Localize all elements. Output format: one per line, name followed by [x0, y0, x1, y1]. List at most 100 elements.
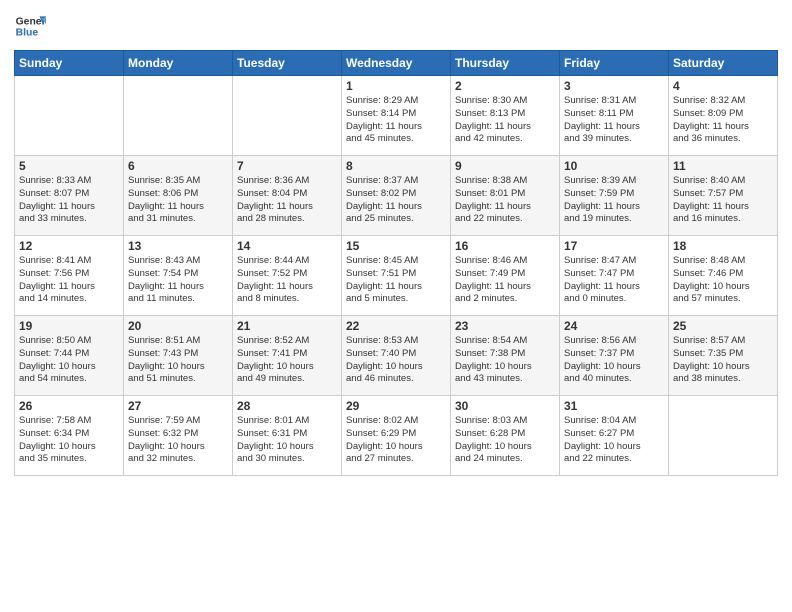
day-number: 2: [455, 79, 555, 93]
day-info: Sunrise: 8:52 AM Sunset: 7:41 PM Dayligh…: [237, 335, 337, 386]
day-info: Sunrise: 8:41 AM Sunset: 7:56 PM Dayligh…: [19, 255, 119, 306]
day-number: 11: [673, 159, 773, 173]
col-header-saturday: Saturday: [669, 51, 778, 76]
day-info: Sunrise: 8:32 AM Sunset: 8:09 PM Dayligh…: [673, 95, 773, 146]
calendar-week-4: 19 Sunrise: 8:50 AM Sunset: 7:44 PM Dayli…: [15, 316, 778, 396]
day-info: Sunrise: 8:50 AM Sunset: 7:44 PM Dayligh…: [19, 335, 119, 386]
day-info: Sunrise: 8:40 AM Sunset: 7:57 PM Dayligh…: [673, 175, 773, 226]
calendar-table: SundayMondayTuesdayWednesdayThursdayFrid…: [14, 50, 778, 476]
calendar-day-4: 4 Sunrise: 8:32 AM Sunset: 8:09 PM Daylig…: [669, 76, 778, 156]
empty-cell: [15, 76, 124, 156]
calendar-day-27: 27 Sunrise: 7:59 AM Sunset: 6:32 PM Dayli…: [124, 396, 233, 476]
day-number: 12: [19, 239, 119, 253]
logo-icon: General Blue: [14, 10, 46, 42]
calendar-day-13: 13 Sunrise: 8:43 AM Sunset: 7:54 PM Dayli…: [124, 236, 233, 316]
day-number: 7: [237, 159, 337, 173]
day-info: Sunrise: 8:47 AM Sunset: 7:47 PM Dayligh…: [564, 255, 664, 306]
day-info: Sunrise: 8:44 AM Sunset: 7:52 PM Dayligh…: [237, 255, 337, 306]
logo: General Blue: [14, 10, 46, 42]
day-info: Sunrise: 8:35 AM Sunset: 8:06 PM Dayligh…: [128, 175, 228, 226]
calendar-day-10: 10 Sunrise: 8:39 AM Sunset: 7:59 PM Dayli…: [560, 156, 669, 236]
day-info: Sunrise: 8:37 AM Sunset: 8:02 PM Dayligh…: [346, 175, 446, 226]
calendar-day-30: 30Sunrise: 8:03 AM Sunset: 6:28 PM Dayli…: [451, 396, 560, 476]
col-header-wednesday: Wednesday: [342, 51, 451, 76]
day-info: Sunrise: 8:43 AM Sunset: 7:54 PM Dayligh…: [128, 255, 228, 306]
day-info: Sunrise: 8:57 AM Sunset: 7:35 PM Dayligh…: [673, 335, 773, 386]
day-info: Sunrise: 8:56 AM Sunset: 7:37 PM Dayligh…: [564, 335, 664, 386]
day-number: 16: [455, 239, 555, 253]
calendar-day-15: 15 Sunrise: 8:45 AM Sunset: 7:51 PM Dayli…: [342, 236, 451, 316]
calendar-day-16: 16 Sunrise: 8:46 AM Sunset: 7:49 PM Dayli…: [451, 236, 560, 316]
calendar-week-3: 12 Sunrise: 8:41 AM Sunset: 7:56 PM Dayli…: [15, 236, 778, 316]
day-info: Sunrise: 7:58 AM Sunset: 6:34 PM Dayligh…: [19, 415, 119, 466]
calendar-day-23: 23 Sunrise: 8:54 AM Sunset: 7:38 PM Dayli…: [451, 316, 560, 396]
day-number: 4: [673, 79, 773, 93]
day-number: 3: [564, 79, 664, 93]
day-number: 26: [19, 399, 119, 413]
day-info: Sunrise: 8:29 AM Sunset: 8:14 PM Dayligh…: [346, 95, 446, 146]
col-header-thursday: Thursday: [451, 51, 560, 76]
day-number: 19: [19, 319, 119, 333]
empty-cell: [124, 76, 233, 156]
day-info: Sunrise: 8:53 AM Sunset: 7:40 PM Dayligh…: [346, 335, 446, 386]
day-number: 31: [564, 399, 664, 413]
day-info: Sunrise: 8:38 AM Sunset: 8:01 PM Dayligh…: [455, 175, 555, 226]
day-number: 25: [673, 319, 773, 333]
calendar-day-18: 18Sunrise: 8:48 AM Sunset: 7:46 PM Dayli…: [669, 236, 778, 316]
day-number: 6: [128, 159, 228, 173]
day-info: Sunrise: 8:54 AM Sunset: 7:38 PM Dayligh…: [455, 335, 555, 386]
empty-cell: [669, 396, 778, 476]
calendar-day-5: 5 Sunrise: 8:33 AM Sunset: 8:07 PM Daylig…: [15, 156, 124, 236]
calendar-day-12: 12 Sunrise: 8:41 AM Sunset: 7:56 PM Dayli…: [15, 236, 124, 316]
calendar-day-20: 20Sunrise: 8:51 AM Sunset: 7:43 PM Dayli…: [124, 316, 233, 396]
day-number: 5: [19, 159, 119, 173]
day-info: Sunrise: 8:04 AM Sunset: 6:27 PM Dayligh…: [564, 415, 664, 466]
calendar-day-29: 29Sunrise: 8:02 AM Sunset: 6:29 PM Dayli…: [342, 396, 451, 476]
col-header-monday: Monday: [124, 51, 233, 76]
calendar-day-25: 25 Sunrise: 8:57 AM Sunset: 7:35 PM Dayli…: [669, 316, 778, 396]
day-info: Sunrise: 8:46 AM Sunset: 7:49 PM Dayligh…: [455, 255, 555, 306]
day-number: 22: [346, 319, 446, 333]
calendar-header-row: SundayMondayTuesdayWednesdayThursdayFrid…: [15, 51, 778, 76]
day-number: 23: [455, 319, 555, 333]
day-number: 21: [237, 319, 337, 333]
calendar-day-24: 24 Sunrise: 8:56 AM Sunset: 7:37 PM Dayli…: [560, 316, 669, 396]
calendar-day-19: 19 Sunrise: 8:50 AM Sunset: 7:44 PM Dayli…: [15, 316, 124, 396]
calendar-day-11: 11 Sunrise: 8:40 AM Sunset: 7:57 PM Dayli…: [669, 156, 778, 236]
empty-cell: [233, 76, 342, 156]
calendar-day-1: 1 Sunrise: 8:29 AM Sunset: 8:14 PM Daylig…: [342, 76, 451, 156]
col-header-tuesday: Tuesday: [233, 51, 342, 76]
day-number: 24: [564, 319, 664, 333]
day-number: 1: [346, 79, 446, 93]
calendar-day-31: 31 Sunrise: 8:04 AM Sunset: 6:27 PM Dayli…: [560, 396, 669, 476]
calendar-day-17: 17 Sunrise: 8:47 AM Sunset: 7:47 PM Dayli…: [560, 236, 669, 316]
calendar-day-2: 2 Sunrise: 8:30 AM Sunset: 8:13 PM Daylig…: [451, 76, 560, 156]
calendar-week-1: 1 Sunrise: 8:29 AM Sunset: 8:14 PM Daylig…: [15, 76, 778, 156]
day-info: Sunrise: 8:33 AM Sunset: 8:07 PM Dayligh…: [19, 175, 119, 226]
calendar-day-6: 6 Sunrise: 8:35 AM Sunset: 8:06 PM Daylig…: [124, 156, 233, 236]
calendar-week-5: 26 Sunrise: 7:58 AM Sunset: 6:34 PM Dayli…: [15, 396, 778, 476]
day-number: 30: [455, 399, 555, 413]
day-info: Sunrise: 8:45 AM Sunset: 7:51 PM Dayligh…: [346, 255, 446, 306]
day-info: Sunrise: 7:59 AM Sunset: 6:32 PM Dayligh…: [128, 415, 228, 466]
day-info: Sunrise: 8:31 AM Sunset: 8:11 PM Dayligh…: [564, 95, 664, 146]
calendar-day-8: 8Sunrise: 8:37 AM Sunset: 8:02 PM Daylig…: [342, 156, 451, 236]
day-number: 27: [128, 399, 228, 413]
day-number: 13: [128, 239, 228, 253]
day-number: 17: [564, 239, 664, 253]
day-number: 28: [237, 399, 337, 413]
calendar-day-9: 9 Sunrise: 8:38 AM Sunset: 8:01 PM Daylig…: [451, 156, 560, 236]
day-number: 9: [455, 159, 555, 173]
calendar-day-21: 21 Sunrise: 8:52 AM Sunset: 7:41 PM Dayli…: [233, 316, 342, 396]
day-number: 15: [346, 239, 446, 253]
day-number: 20: [128, 319, 228, 333]
svg-text:Blue: Blue: [16, 28, 39, 39]
day-number: 10: [564, 159, 664, 173]
day-info: Sunrise: 8:48 AM Sunset: 7:46 PM Dayligh…: [673, 255, 773, 306]
day-info: Sunrise: 8:39 AM Sunset: 7:59 PM Dayligh…: [564, 175, 664, 226]
col-header-friday: Friday: [560, 51, 669, 76]
calendar-day-14: 14Sunrise: 8:44 AM Sunset: 7:52 PM Dayli…: [233, 236, 342, 316]
day-info: Sunrise: 8:30 AM Sunset: 8:13 PM Dayligh…: [455, 95, 555, 146]
day-info: Sunrise: 8:02 AM Sunset: 6:29 PM Dayligh…: [346, 415, 446, 466]
calendar-week-2: 5 Sunrise: 8:33 AM Sunset: 8:07 PM Daylig…: [15, 156, 778, 236]
